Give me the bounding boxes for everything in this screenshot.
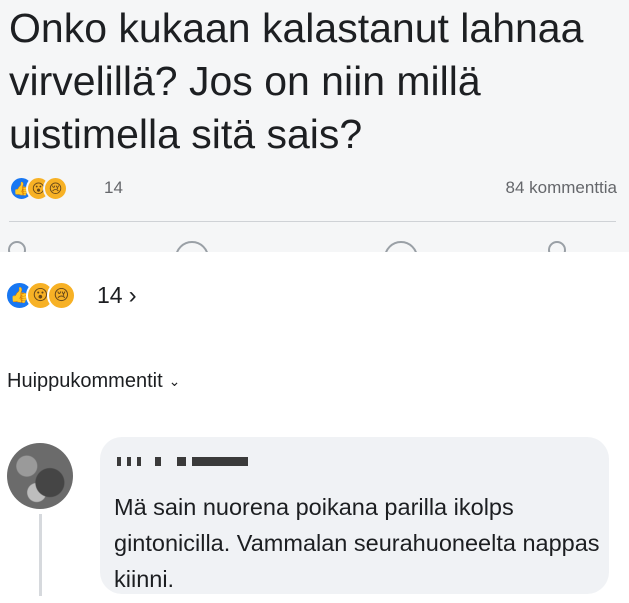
author-name-redacted[interactable]	[117, 454, 248, 468]
thread-line	[39, 514, 42, 596]
share-action-icon[interactable]	[384, 241, 418, 252]
chevron-right-icon: ›	[128, 282, 137, 309]
reactions-summary[interactable]: 👍 😮 😢	[5, 279, 76, 311]
post-reaction-bar: 👍 😮 😢 14 84 kommenttia	[0, 174, 629, 204]
avatar[interactable]	[7, 443, 73, 509]
post-reactions[interactable]: 👍 😮 😢	[9, 176, 68, 201]
post-action-bar	[0, 236, 629, 252]
like-action-icon[interactable]	[8, 241, 26, 252]
comment-bubble: Mä sain nuorena poikana parilla ikolps g…	[100, 437, 609, 594]
sad-icon: 😢	[43, 176, 68, 201]
comment-action-icon[interactable]	[175, 241, 209, 252]
comment-filter-dropdown[interactable]: Huippukommentit ⌄	[7, 370, 180, 393]
chevron-down-icon: ⌄	[168, 373, 181, 389]
comment-text: Mä sain nuorena poikana parilla ikolps g…	[114, 494, 600, 592]
reactions-count-link[interactable]: 14 ›	[97, 282, 137, 310]
sad-icon: 😢	[47, 280, 76, 310]
comment-filter-label: Huippukommentit	[7, 370, 163, 392]
reactions-count: 14	[97, 282, 123, 308]
post-card: Onko kukaan kalastanut lahnaa virvelillä…	[0, 0, 629, 252]
post-comment-count[interactable]: 84 kommenttia	[506, 178, 618, 198]
post-text: Onko kukaan kalastanut lahnaa virvelillä…	[9, 5, 584, 157]
divider	[9, 221, 616, 222]
post-reaction-count[interactable]: 14	[104, 178, 123, 198]
comments-panel: 👍 😮 😢 14 › Huippukommentit ⌄ Mä sain nuor…	[0, 252, 629, 603]
more-action-icon[interactable]	[548, 241, 566, 252]
